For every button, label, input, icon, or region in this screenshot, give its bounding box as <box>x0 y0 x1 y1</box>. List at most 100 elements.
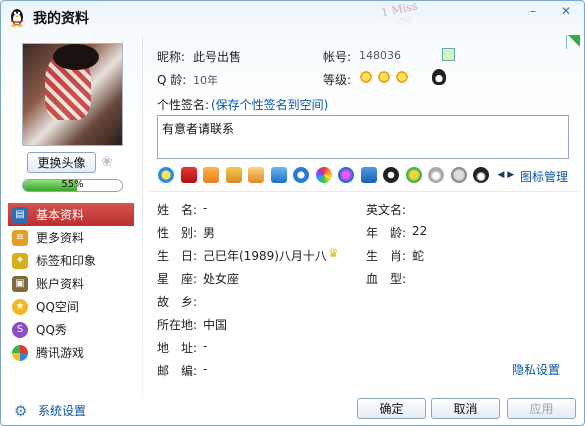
penguin-icon[interactable] <box>473 167 489 183</box>
cancel-button[interactable]: 取消 <box>431 398 500 419</box>
gender-label: 性 别: <box>157 226 198 240</box>
sidebar-item-more-info[interactable]: ≡ 更多资料 <box>8 226 134 249</box>
title-bar[interactable]: 我的资料 1 Miss ♡♡ – ✕ <box>1 1 584 33</box>
section-divider <box>150 191 578 192</box>
name-label: 姓 名: <box>157 203 198 217</box>
signature-label: 个性签名: <box>157 98 210 112</box>
qqshow-icon: S <box>12 321 28 338</box>
birthday-value: 己巳年(1989)八月十八 <box>203 249 327 263</box>
panel-divider <box>142 35 143 397</box>
system-settings-link[interactable]: ⚙ 系统设置 <box>14 402 86 419</box>
pencil-card-icon[interactable] <box>248 167 264 183</box>
book-icon[interactable] <box>360 167 377 183</box>
qage-label: Q 龄: <box>157 73 187 87</box>
orange-gift-icon[interactable] <box>203 167 219 183</box>
watermark-text: 1 Miss <box>380 0 419 20</box>
edit-icon[interactable] <box>442 48 455 61</box>
chinese-zodiac-label: 生 肖: <box>366 249 407 263</box>
watermark-hearts-icon: ♡♡ <box>396 15 415 29</box>
camera-icon[interactable]: ❀ <box>101 154 117 170</box>
basic-info-icon: ▤ <box>12 206 28 223</box>
sidebar-item-label: 更多资料 <box>36 231 85 245</box>
blood-type-label: 血 型: <box>366 272 407 286</box>
hometown-label: 故 乡: <box>157 295 198 309</box>
service-icon-strip: ◀ ▶ <box>158 166 514 184</box>
sun-level-icon <box>395 69 409 84</box>
apply-button[interactable]: 应用 <box>507 398 576 419</box>
birthday-label: 生 日: <box>157 249 198 263</box>
nickname-value: 此号出售 <box>193 50 242 64</box>
qzone-icon: ★ <box>12 298 28 315</box>
progress-label: 55% <box>61 179 84 190</box>
address-value: - <box>203 339 208 353</box>
sidebar-item-account[interactable]: ▣ 账户资料 <box>8 272 134 295</box>
age-label: 年 龄: <box>366 226 407 240</box>
name-value: - <box>203 201 208 215</box>
minimize-button[interactable]: – <box>519 1 547 21</box>
more-info-icon: ≡ <box>12 229 28 246</box>
sidebar-item-label: 基本资料 <box>36 208 85 222</box>
search-star-icon[interactable] <box>293 167 309 183</box>
yellow-diamond-icon[interactable] <box>158 167 174 183</box>
sidebar-item-label: 标签和印象 <box>36 254 97 268</box>
location-value: 中国 <box>203 318 228 332</box>
heart-icon[interactable] <box>428 167 444 183</box>
folder-icon[interactable] <box>225 167 242 183</box>
profile-window: 我的资料 1 Miss ♡♡ – ✕ 更换头像 ❀ 55% ▤ 基本资料 ≡ 更… <box>0 0 585 426</box>
system-settings-label: 系统设置 <box>38 404 87 418</box>
profile-completion-bar: 55% <box>22 179 123 192</box>
sidebar-item-tags[interactable]: ✦ 标签和印象 <box>8 249 134 272</box>
red-star-icon[interactable] <box>180 167 197 183</box>
nickname-label: 昵称: <box>157 50 186 64</box>
sidebar-item-label: 腾讯游戏 <box>36 346 85 360</box>
location-label: 所在地: <box>157 318 198 332</box>
gender-value: 男 <box>203 226 216 240</box>
account-label: 帐号: <box>323 50 352 64</box>
address-label: 地 址: <box>157 341 198 355</box>
corner-flag-icon <box>566 35 580 49</box>
sidebar-nav: ▤ 基本资料 ≡ 更多资料 ✦ 标签和印象 ▣ 账户资料 ★ QQ空间 S QQ… <box>8 203 134 364</box>
privacy-settings-link[interactable]: 隐私设置 <box>512 361 560 378</box>
signature-field[interactable]: 有意者请联系 <box>157 115 569 159</box>
sun-level-icon <box>359 69 373 84</box>
smiley-icon[interactable] <box>450 167 467 183</box>
rainbow-icon[interactable] <box>315 167 332 183</box>
fruit-icon[interactable] <box>405 167 422 183</box>
chinese-zodiac-value: 蛇 <box>412 249 425 263</box>
age-value: 22 <box>412 224 428 238</box>
avatar[interactable] <box>22 43 123 146</box>
zodiac-value: 处女座 <box>203 272 240 286</box>
strip-scroll-arrows[interactable]: ◀ ▶ <box>498 170 515 180</box>
window-title: 我的资料 <box>33 11 89 27</box>
sidebar-item-basic-info[interactable]: ▤ 基本资料 <box>8 203 134 226</box>
account-info-icon: ▣ <box>12 275 28 292</box>
penguin-icon[interactable] <box>432 69 446 85</box>
blue-square-icon[interactable] <box>270 167 287 183</box>
postcode-value: - <box>203 362 208 376</box>
sidebar-item-qzone[interactable]: ★ QQ空间 <box>8 295 134 318</box>
ok-button[interactable]: 确定 <box>357 398 426 419</box>
qq-penguin-icon <box>11 9 23 27</box>
sidebar-item-games[interactable]: 腾讯游戏 <box>8 341 134 364</box>
change-avatar-button[interactable]: 更换头像 <box>27 152 96 173</box>
music-ball-icon[interactable] <box>338 167 354 183</box>
sidebar-item-label: 账户资料 <box>36 277 85 291</box>
zodiac-label: 星 座: <box>157 272 198 286</box>
icon-manage-link[interactable]: 图标管理 <box>520 168 568 185</box>
sidebar-item-label: QQ秀 <box>36 323 67 337</box>
qage-value: 10年 <box>193 74 218 87</box>
postcode-label: 邮 编: <box>157 364 198 378</box>
gear-icon: ⚙ <box>14 401 28 420</box>
save-signature-link[interactable]: (保存个性签名到空间) <box>211 96 328 113</box>
level-label: 等级: <box>323 73 352 87</box>
tencent-games-icon <box>12 344 28 361</box>
level-icons <box>359 69 413 84</box>
crown-icon: ♛ <box>328 246 339 260</box>
sidebar-item-qqshow[interactable]: S QQ秀 <box>8 318 134 341</box>
close-button[interactable]: ✕ <box>547 1 584 21</box>
tags-impression-icon: ✦ <box>12 252 28 269</box>
account-value: 148036 <box>359 49 401 62</box>
sidebar-item-label: QQ空间 <box>36 300 79 314</box>
penguin-badge-icon[interactable] <box>383 167 399 183</box>
sun-level-icon <box>377 69 391 84</box>
